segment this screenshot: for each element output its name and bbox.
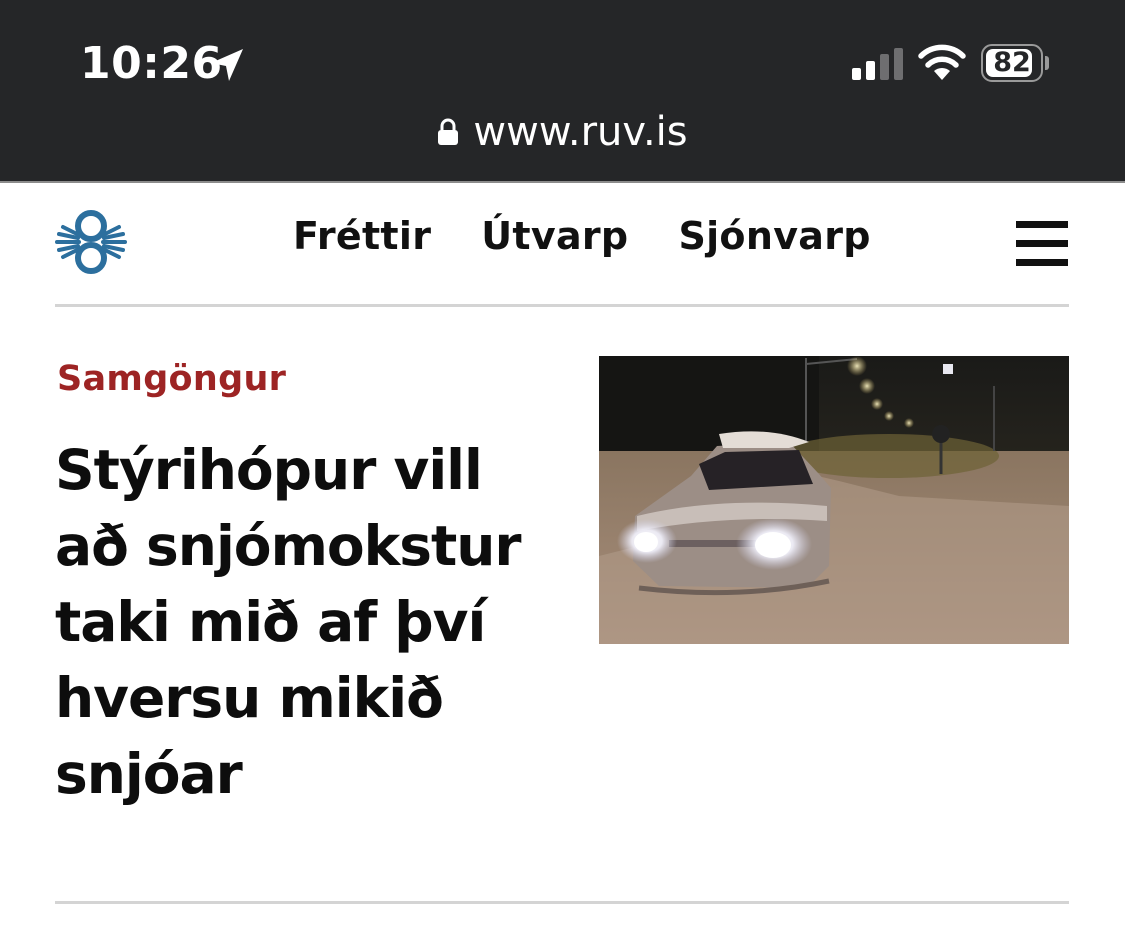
nav-link-utvarp[interactable]: Útvarp [481, 214, 628, 258]
menu-bar-middle [1016, 240, 1068, 247]
address-bar[interactable]: www.ruv.is [0, 104, 1125, 160]
hamburger-menu-icon[interactable] [1016, 219, 1068, 267]
browser-top-bar: 10:26 82 www.ruv.is [0, 0, 1125, 183]
battery-indicator: 82 [981, 44, 1049, 82]
header-divider [55, 304, 1069, 307]
battery-tip [1045, 56, 1049, 70]
url-text: www.ruv.is [473, 109, 688, 155]
lock-icon [438, 118, 459, 145]
status-time: 10:26 [80, 38, 223, 89]
topbar-border [0, 181, 1125, 183]
battery-percent: 82 [993, 47, 1031, 78]
main-nav: Fréttir Útvarp Sjónvarp [293, 214, 871, 258]
nav-link-frettir[interactable]: Fréttir [293, 214, 431, 258]
cellular-signal-icon [852, 48, 903, 80]
article-divider [55, 901, 1069, 904]
nav-link-sjonvarp[interactable]: Sjónvarp [678, 214, 870, 258]
article-headline[interactable]: Stýrihópur vill að snjómokstur taki mið … [55, 432, 555, 812]
article-category[interactable]: Samgöngur [57, 359, 286, 399]
ruv-logo-icon[interactable] [55, 207, 127, 277]
menu-bar-top [1016, 221, 1068, 228]
menu-bar-bottom [1016, 259, 1068, 266]
wifi-icon [918, 44, 966, 80]
snowy-road-car-photo[interactable] [599, 356, 1069, 644]
location-arrow-icon [211, 49, 243, 81]
